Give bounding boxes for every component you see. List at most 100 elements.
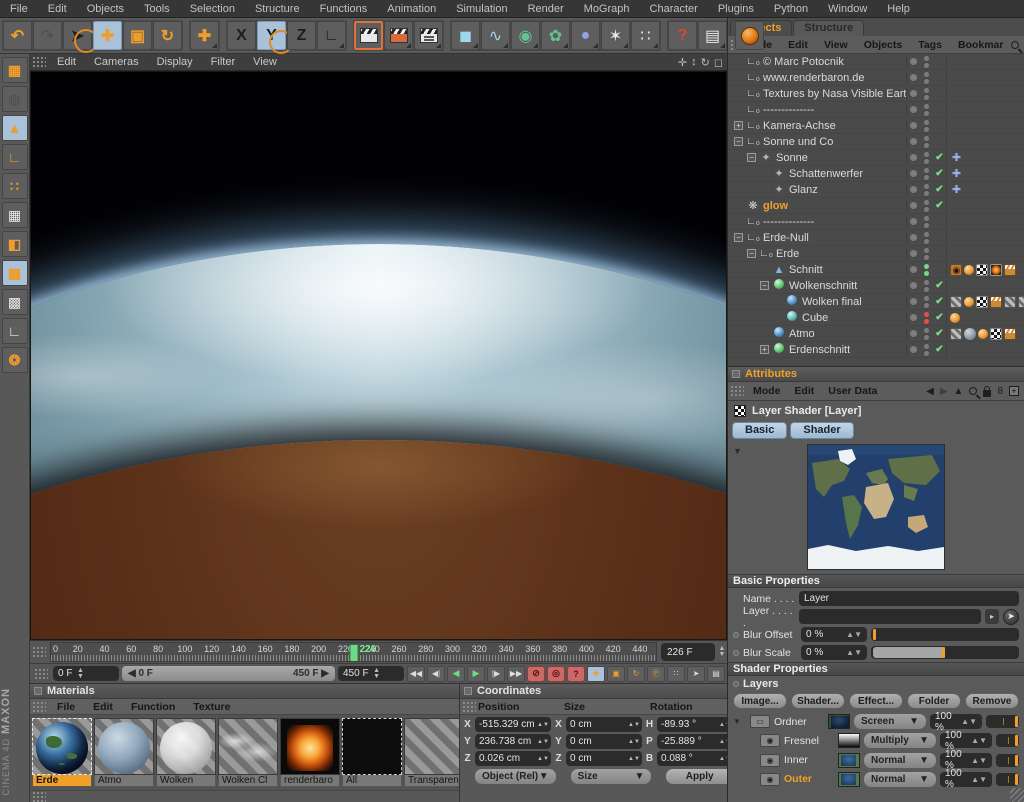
- layer-button-folder[interactable]: Folder: [907, 693, 961, 709]
- viewport-menu-filter[interactable]: Filter: [202, 56, 244, 68]
- field-spinner[interactable]: ▲▼: [537, 722, 547, 728]
- materials-title-bar[interactable]: Materials: [30, 684, 459, 699]
- visibility-dots[interactable]: [920, 56, 932, 68]
- x-axis-lock-button[interactable]: X: [227, 21, 256, 50]
- slider-handle[interactable]: [1015, 774, 1018, 785]
- panel-grip[interactable]: [462, 701, 476, 713]
- material-renderbaro[interactable]: renderbaro: [280, 718, 340, 787]
- material-all[interactable]: All: [342, 718, 402, 787]
- shader-preview-image[interactable]: [807, 444, 945, 570]
- opacity-input[interactable]: 100 %▲▼: [940, 753, 992, 768]
- context-help-button[interactable]: ?: [668, 21, 697, 50]
- render-visibility-dot[interactable]: [924, 303, 929, 308]
- make-editable-button[interactable]: ◍: [2, 86, 28, 112]
- stripe-tag-icon[interactable]: [1004, 296, 1016, 308]
- visibility-dots[interactable]: [920, 328, 932, 340]
- attribute-tab-shader[interactable]: Shader: [790, 422, 853, 439]
- tree-item-atmo[interactable]: Atmo✔: [728, 326, 1024, 342]
- slider-handle[interactable]: [1015, 716, 1018, 727]
- edges-mode-button[interactable]: ▦: [2, 202, 28, 228]
- objects-menu-view[interactable]: View: [816, 39, 856, 51]
- shader-layer-inner[interactable]: ◉InnerNormal▼100 %▲▼: [733, 752, 1019, 769]
- visibility-dots[interactable]: [920, 72, 932, 84]
- visibility-dots[interactable]: [920, 168, 932, 180]
- visibility-dots[interactable]: [920, 152, 932, 164]
- position-x-input[interactable]: -515.329 cm▲▼: [475, 717, 551, 732]
- visibility-dots[interactable]: [920, 296, 932, 308]
- clap-tag-icon[interactable]: [990, 296, 1002, 308]
- panel-grip[interactable]: [32, 791, 46, 802]
- menu-window[interactable]: Window: [818, 3, 877, 15]
- editor-visibility-dot[interactable]: [924, 56, 929, 61]
- field-spinner[interactable]: ▲▼: [628, 739, 638, 745]
- menu-render[interactable]: Render: [518, 3, 574, 15]
- viewport-menu-cameras[interactable]: Cameras: [85, 56, 148, 68]
- tab-structure[interactable]: Structure: [793, 20, 864, 36]
- editor-visibility-dot[interactable]: [924, 248, 929, 253]
- materials-menu-edit[interactable]: Edit: [84, 701, 122, 713]
- stripe-tag-icon[interactable]: [1018, 296, 1024, 308]
- enabled-check-icon[interactable]: ✔: [932, 328, 946, 339]
- render-visibility-dot[interactable]: [924, 271, 929, 276]
- field-spinner[interactable]: ▲▼: [537, 756, 547, 762]
- spline-pen-button[interactable]: ∿: [481, 21, 510, 50]
- editor-visibility-dot[interactable]: [924, 88, 929, 93]
- opacity-input[interactable]: 100 %▲▼: [940, 772, 992, 787]
- layer-dot[interactable]: [906, 200, 920, 212]
- menu-objects[interactable]: Objects: [77, 3, 134, 15]
- panel-grip[interactable]: [32, 701, 46, 713]
- layer-button-effect[interactable]: Effect...: [849, 693, 903, 709]
- play-backward-button[interactable]: ◀: [447, 666, 465, 682]
- view-zoom-icon[interactable]: ↕: [691, 56, 697, 69]
- tree-item-erde-null[interactable]: −∟₀Erde-Null: [728, 230, 1024, 246]
- glowtex-tag-icon[interactable]: [990, 264, 1002, 276]
- shader-properties-section[interactable]: Shader Properties: [728, 662, 1024, 676]
- viewport-menu-edit[interactable]: Edit: [48, 56, 85, 68]
- materials-menu-file[interactable]: File: [48, 701, 84, 713]
- timeline-playhead[interactable]: [349, 644, 358, 662]
- sphere-tag-icon[interactable]: [964, 328, 976, 340]
- objects-menu-bookmar[interactable]: Bookmar: [950, 39, 1012, 51]
- target-tag-icon[interactable]: ✚: [950, 168, 962, 180]
- tree-item-cube[interactable]: Cube✔: [728, 310, 1024, 326]
- material-wolken-cl[interactable]: Wolken Cl: [218, 718, 278, 787]
- blur-scale-slider[interactable]: [871, 646, 1019, 659]
- search-icon[interactable]: [1011, 41, 1019, 49]
- clap-tag-icon[interactable]: [1004, 328, 1016, 340]
- enabled-check-icon[interactable]: ✔: [932, 312, 946, 323]
- add-panel-icon[interactable]: +: [1009, 386, 1019, 396]
- visibility-dots[interactable]: [920, 232, 932, 244]
- layer-dot[interactable]: [906, 232, 920, 244]
- opacity-slider[interactable]: [986, 715, 1019, 728]
- editor-visibility-dot[interactable]: [924, 168, 929, 173]
- editor-visibility-dot[interactable]: [924, 232, 929, 237]
- tree-item--marc-potocnik[interactable]: ∟₀© Marc Potocnik: [728, 54, 1024, 70]
- ball-tag-icon[interactable]: [950, 313, 960, 323]
- render-visibility-dot[interactable]: [924, 319, 929, 324]
- editor-visibility-dot[interactable]: [924, 216, 929, 221]
- animation-dot-icon[interactable]: [733, 650, 739, 656]
- editor-visibility-dot[interactable]: [924, 120, 929, 125]
- field-spinner[interactable]: ▲▼: [628, 722, 638, 728]
- render-visibility-dot[interactable]: [924, 79, 929, 84]
- editor-visibility-dot[interactable]: [924, 104, 929, 109]
- coordinate-mode-dropdown[interactable]: Object (Rel)▼: [475, 769, 556, 784]
- collapse-icon[interactable]: −: [734, 137, 743, 146]
- collapse-arrow-icon[interactable]: ▼: [733, 446, 742, 456]
- tree-item-kamera-achse[interactable]: +∟₀Kamera-Achse: [728, 118, 1024, 134]
- clap-tag-icon[interactable]: [1004, 264, 1016, 276]
- render-view-button[interactable]: [354, 21, 383, 50]
- editor-visibility-dot[interactable]: [924, 72, 929, 77]
- material-atmo[interactable]: Atmo: [94, 718, 154, 787]
- tree-item-erdenschnitt[interactable]: +Erdenschnitt✔: [728, 342, 1024, 358]
- tree-item-sonne[interactable]: −✦Sonne✔✚: [728, 150, 1024, 166]
- checker-tag-icon[interactable]: [976, 296, 988, 308]
- rotate-tool-button[interactable]: ↻: [153, 21, 182, 50]
- stripe-tag-icon[interactable]: [950, 328, 962, 340]
- layer-dot[interactable]: [906, 216, 920, 228]
- editor-visibility-dot[interactable]: [924, 312, 929, 317]
- visibility-dots[interactable]: [920, 104, 932, 116]
- layer-dot[interactable]: [906, 168, 920, 180]
- render-settings-button[interactable]: [414, 21, 443, 50]
- menu-structure[interactable]: Structure: [245, 3, 310, 15]
